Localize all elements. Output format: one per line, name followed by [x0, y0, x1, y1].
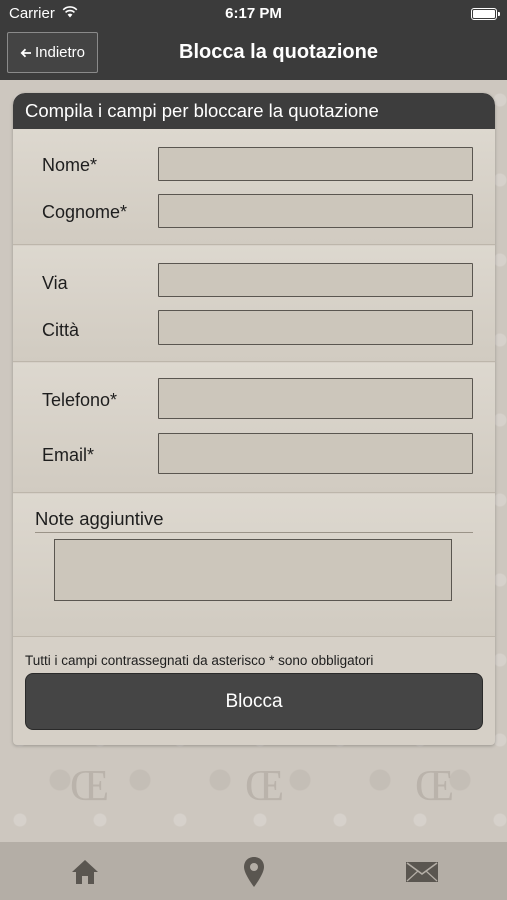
- location-pin-icon: [244, 857, 264, 887]
- tab-mail[interactable]: [405, 856, 439, 888]
- tab-home[interactable]: [68, 856, 102, 888]
- tab-bar: [0, 842, 507, 900]
- telefono-input[interactable]: [158, 378, 473, 419]
- nome-input[interactable]: [158, 147, 473, 181]
- status-bar: Carrier 6:17 PM: [0, 0, 507, 28]
- email-label: Email*: [42, 445, 95, 465]
- contact-section: Telefono* Email*: [13, 363, 495, 493]
- tab-location[interactable]: [237, 856, 271, 888]
- navigation-bar: Indietro Blocca la quotazione: [0, 28, 507, 80]
- nome-label: Nome*: [42, 155, 98, 175]
- via-input[interactable]: [158, 263, 473, 297]
- field-row-telefono: Telefono*: [13, 376, 495, 424]
- mail-icon: [406, 862, 438, 882]
- citta-input[interactable]: [158, 310, 473, 345]
- monogram-mark: Œ: [245, 761, 284, 810]
- field-row-nome: Nome*: [13, 141, 495, 189]
- cognome-label: Cognome*: [42, 202, 128, 222]
- required-fields-note: Tutti i campi contrassegnati da asterisc…: [25, 653, 374, 668]
- home-icon: [72, 860, 98, 884]
- telefono-label: Telefono*: [42, 390, 118, 410]
- notes-textarea[interactable]: [54, 539, 452, 601]
- field-row-via: Via: [13, 258, 495, 306]
- form-header: Compila i campi per bloccare la quotazio…: [13, 93, 495, 129]
- cognome-input[interactable]: [158, 194, 473, 228]
- notes-divider: [35, 532, 473, 533]
- notes-label: Note aggiuntive: [35, 508, 164, 529]
- field-row-cognome: Cognome*: [13, 189, 495, 237]
- quote-form-card: Compila i campi per bloccare la quotazio…: [13, 93, 495, 745]
- field-row-email: Email*: [13, 431, 495, 479]
- field-row-citta: Città: [13, 305, 495, 353]
- battery-icon: [471, 8, 500, 20]
- submit-button[interactable]: Blocca: [25, 673, 483, 730]
- monogram-mark: Œ: [415, 761, 454, 810]
- back-button-label: Indietro: [34, 44, 86, 61]
- notes-section: Note aggiuntive: [13, 494, 495, 637]
- via-label: Via: [42, 273, 68, 293]
- monogram-mark: Œ: [70, 761, 109, 810]
- name-section: Nome* Cognome*: [13, 129, 495, 245]
- address-section: Via Città: [13, 246, 495, 362]
- email-input[interactable]: [158, 433, 473, 474]
- arrow-left-icon: [20, 48, 31, 57]
- page-title: Blocca la quotazione: [179, 41, 378, 63]
- status-time: 6:17 PM: [225, 5, 282, 22]
- back-button[interactable]: Indietro: [7, 32, 98, 73]
- citta-label: Città: [42, 320, 80, 340]
